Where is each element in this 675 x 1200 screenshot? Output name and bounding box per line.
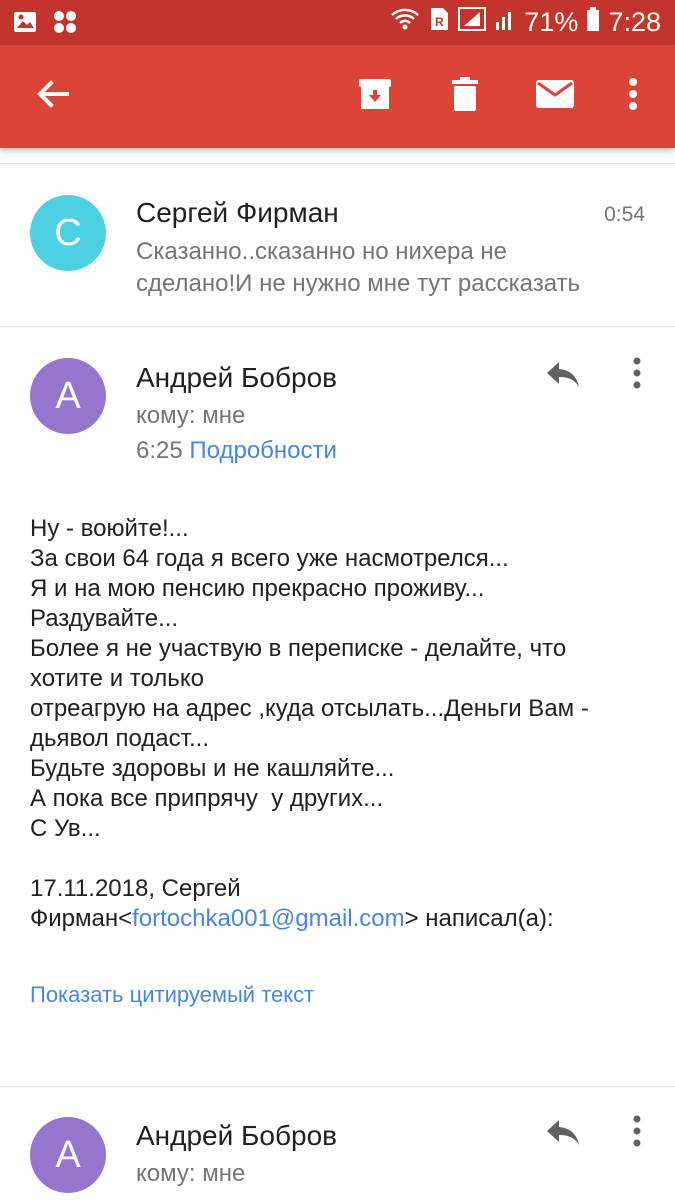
wifi-icon — [390, 6, 420, 39]
reply-icon — [545, 1118, 581, 1151]
sender-name: Андрей Бобров — [136, 1120, 338, 1151]
mail-icon — [535, 79, 575, 114]
status-bar: R 71% 7:28 — [0, 0, 675, 45]
sim-icon: R — [428, 6, 450, 39]
back-button[interactable] — [27, 71, 77, 121]
more-vert-icon — [633, 1115, 641, 1152]
avatar: С — [30, 195, 106, 271]
message-time: 6:25 — [136, 437, 183, 464]
snippet-line: сделано!И не нужно мне тут рассказать — [136, 270, 581, 297]
quote-email-link[interactable]: fortochka001@gmail.com — [132, 905, 404, 932]
message-time: 0:54 — [604, 203, 645, 226]
sender-name: Андрей Бобров — [136, 362, 338, 393]
divider — [0, 326, 675, 327]
battery-icon — [586, 6, 600, 39]
battery-percent: 71% — [524, 7, 579, 37]
signal-icon-2 — [494, 6, 516, 39]
signal-icon-1 — [458, 6, 487, 39]
snippet-line: Сказанно..сказанно но нихера не — [136, 238, 507, 265]
divider — [0, 1086, 675, 1087]
recipient-line: кому: мне — [136, 1160, 246, 1187]
quote-header-line: 17.11.2018, Сергей — [30, 875, 241, 902]
more-vert-icon — [633, 357, 641, 394]
body-line: За свои 64 года я всего уже насмотрелся.… — [30, 545, 509, 572]
body-line: Будьте здоровы и не кашляйте... — [30, 755, 395, 782]
divider — [0, 163, 675, 164]
quote-header-line: Фирман<fortochka001@gmail.com> написал(а… — [30, 904, 650, 934]
delete-icon — [450, 76, 480, 117]
body-line: Более я не участвую в переписке - делайт… — [30, 635, 567, 662]
message-body: Ну - воюйте!... За свои 64 года я всего … — [30, 514, 650, 934]
body-line: дьявол подаст... — [30, 725, 209, 752]
message-more-button[interactable] — [624, 1113, 650, 1153]
quote-suffix: > написал(а): — [404, 905, 554, 932]
quote-prefix: Фирман< — [30, 905, 133, 932]
reply-icon — [545, 360, 581, 393]
show-quoted-text-link[interactable]: Показать цитируемый текст — [30, 982, 314, 1008]
body-line: С Ув... — [30, 815, 101, 842]
gallery-notification-icon — [12, 9, 38, 40]
apps-notification-icon — [52, 9, 78, 40]
archive-icon — [357, 76, 393, 117]
avatar: А — [30, 358, 106, 434]
body-line: хотите и только — [30, 665, 204, 692]
body-line: Я и на мою пенсию прекрасно проживу... — [30, 575, 485, 602]
body-line: Ну - воюйте!... — [30, 515, 189, 542]
svg-text:R: R — [435, 15, 444, 29]
reply-button[interactable] — [540, 1114, 586, 1154]
more-vert-icon — [628, 77, 638, 116]
back-arrow-icon — [35, 79, 69, 114]
body-line: отреагрую на адрес ,куда отсылать...День… — [30, 695, 589, 722]
body-line: Раздувайте... — [30, 605, 179, 632]
delete-button[interactable] — [440, 71, 490, 121]
more-options-button[interactable] — [608, 71, 658, 121]
details-link[interactable]: Подробности — [189, 437, 337, 464]
mark-unread-button[interactable] — [530, 71, 580, 121]
message-snippet: Сказанно..сказанно но нихера не сделано!… — [136, 236, 580, 300]
time-details-line: 6:25 Подробности — [136, 437, 337, 465]
sender-name: Сергей Фирман — [136, 197, 339, 228]
recipient-line: кому: мне — [136, 402, 246, 429]
archive-button[interactable] — [350, 71, 400, 121]
message-more-button[interactable] — [624, 355, 650, 395]
body-line: А пока все припрячу у других... — [30, 785, 384, 812]
reply-button[interactable] — [540, 356, 586, 396]
app-bar — [0, 45, 675, 148]
avatar: А — [30, 1117, 106, 1193]
clock: 7:28 — [608, 7, 661, 37]
